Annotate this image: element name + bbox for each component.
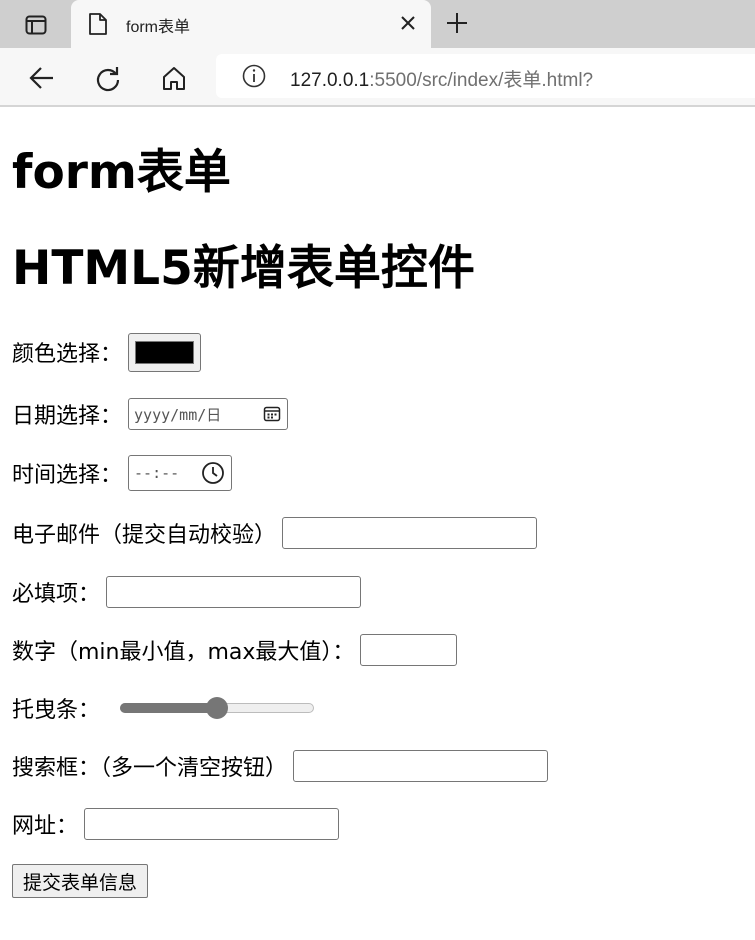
url-path: :5500/src/index/表单.html? [369, 70, 594, 91]
date-label: 日期选择： [12, 404, 123, 429]
search-label: 搜索框：（多一个清空按钮） [12, 756, 288, 781]
tab-actions-button[interactable] [16, 12, 56, 38]
email-label: 电子邮件（提交自动校验） [12, 523, 277, 548]
email-input[interactable] [282, 517, 538, 549]
color-row: 颜色选择： [12, 332, 202, 372]
search-row: 搜索框：（多一个清空按钮） [12, 746, 549, 786]
new-tab-icon[interactable] [446, 12, 468, 34]
search-input[interactable] [293, 750, 549, 782]
url-label: 网址： [12, 814, 79, 839]
refresh-icon[interactable] [94, 64, 122, 92]
required-input[interactable] [106, 576, 362, 608]
required-label: 必填项： [12, 582, 101, 607]
site-info-icon[interactable] [242, 64, 266, 88]
home-icon[interactable] [160, 64, 188, 92]
range-label: 托曳条： [12, 698, 101, 723]
color-swatch [135, 340, 195, 364]
page-heading: form表单 [12, 145, 231, 200]
section-heading: HTML5新增表单控件 [12, 241, 475, 296]
url-row: 网址： [12, 804, 340, 844]
browser-tab[interactable]: form表单 [71, 0, 431, 48]
number-row: 数字（min最小值，max最大值）： [12, 630, 458, 670]
range-slider[interactable] [120, 697, 315, 719]
date-row: 日期选择： yyyy/mm/日 [12, 394, 289, 434]
range-fill [120, 703, 218, 713]
date-placeholder: yyyy/mm/日 [134, 405, 222, 424]
range-thumb[interactable] [206, 697, 229, 719]
number-input[interactable] [360, 634, 458, 666]
time-label: 时间选择： [12, 463, 123, 488]
url-text: 127.0.0.1:5500/src/index/表单.html? [290, 65, 593, 92]
url-host: 127.0.0.1 [290, 70, 370, 91]
navigation-bar: 127.0.0.1:5500/src/index/表单.html? [0, 48, 755, 107]
range-row: 托曳条： [12, 688, 315, 728]
close-tab-icon[interactable] [399, 14, 417, 32]
tab-strip: form表单 [0, 0, 755, 48]
calendar-icon[interactable] [263, 405, 281, 423]
back-icon[interactable] [28, 64, 56, 92]
tab-title: form表单 [126, 19, 191, 36]
tab-actions-icon [25, 15, 47, 35]
time-row: 时间选择： --:-- [12, 453, 233, 493]
time-input[interactable]: --:-- [128, 455, 233, 491]
date-input[interactable]: yyyy/mm/日 [128, 398, 289, 430]
page-icon [89, 13, 107, 35]
color-label: 颜色选择： [12, 342, 123, 367]
email-row: 电子邮件（提交自动校验） [12, 513, 538, 553]
number-label: 数字（min最小值，max最大值）： [12, 640, 355, 665]
color-picker[interactable] [128, 332, 202, 372]
time-placeholder: --:-- [134, 464, 180, 482]
address-bar[interactable]: 127.0.0.1:5500/src/index/表单.html? [216, 54, 755, 98]
required-row: 必填项： [12, 572, 362, 612]
submit-button[interactable]: 提交表单信息 [12, 864, 149, 898]
clock-icon[interactable] [201, 461, 225, 485]
url-input[interactable] [84, 808, 340, 840]
